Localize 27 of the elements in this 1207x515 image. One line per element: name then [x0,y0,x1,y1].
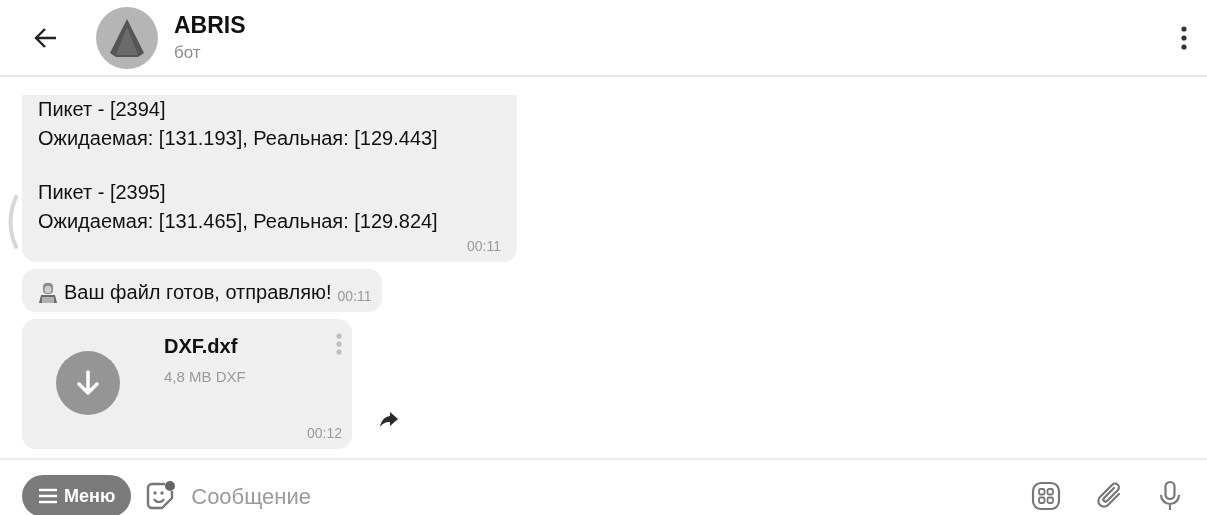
technologist-icon [38,282,58,304]
sticker-icon [145,481,176,511]
message-input[interactable]: Сообщение [189,475,1017,515]
message-text: Ваш файл готов, отправляю! [64,281,332,304]
message-time: 00:12 [306,425,342,441]
message-text: Пикет - [2395] Ожидаемая: [131.465], Реальная: [129.824] [38,180,439,234]
message-time: 00:11 [337,288,372,304]
download-icon [75,369,101,397]
logo-icon [110,18,144,57]
message-text: Пикет - [2394] Ожидаемая: [131.193], Реальная: [129.443] [38,97,439,151]
commands-button[interactable] [1031,481,1061,511]
menu-button[interactable] [1181,25,1187,50]
more-icon [1181,25,1187,50]
voice-button[interactable] [1159,480,1181,512]
menu-icon [38,488,58,504]
file-name: DXF.dxf [164,335,239,358]
swipe-arc-icon [8,195,18,249]
forward-icon[interactable] [380,412,398,427]
microphone-icon [1159,480,1181,512]
chat-subtitle: бот [174,43,202,63]
chat-title: ABRIS [174,12,247,39]
message-time: 00:11 [467,238,501,254]
file-size: 4,8 MB DXF [164,368,247,385]
back-arrow-icon [34,26,58,49]
bot-menu-button[interactable]: Меню [22,475,132,515]
back-button[interactable] [34,26,58,49]
grid-icon [1031,481,1061,511]
